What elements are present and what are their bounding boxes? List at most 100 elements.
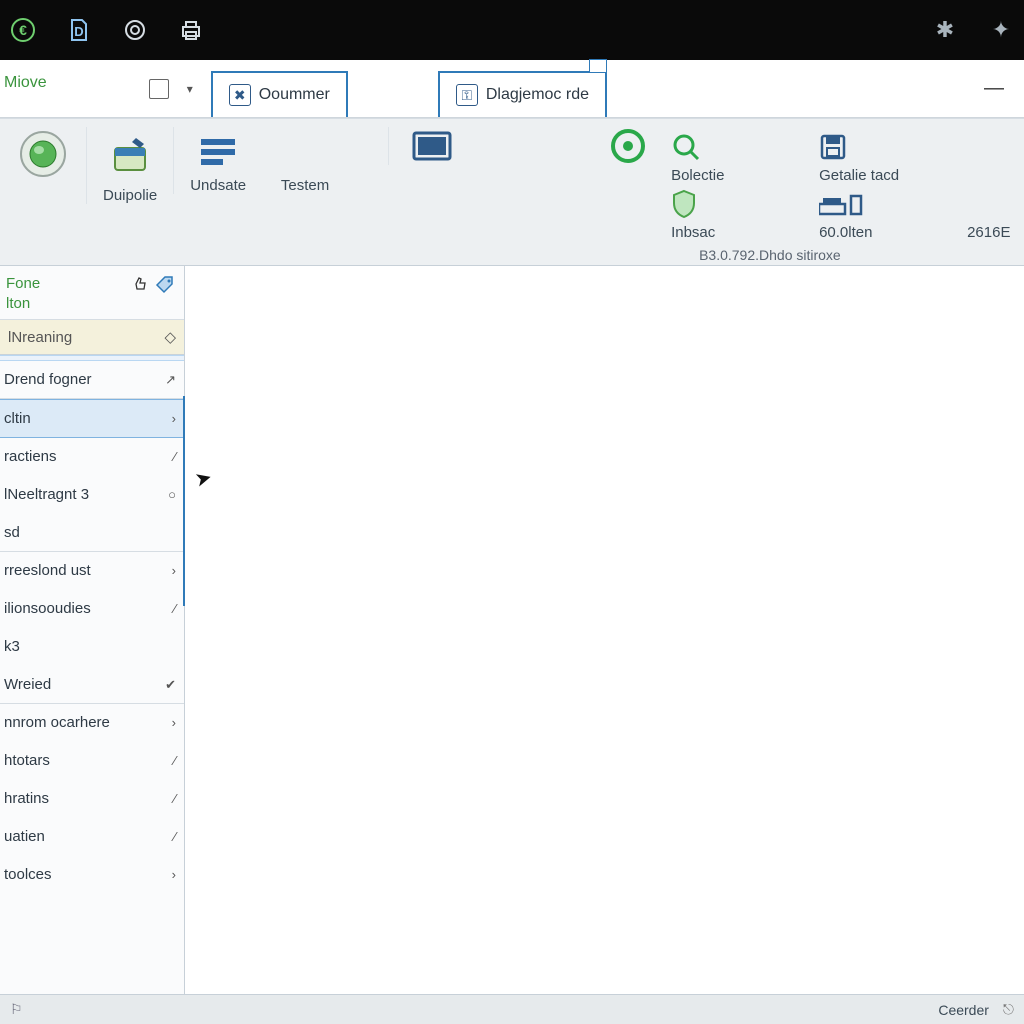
grid-label: 60.0lten [819, 224, 872, 241]
sidebar-item-label: ractiens [4, 448, 57, 465]
minimize-icon[interactable]: — [984, 77, 1004, 100]
toolbar-item-6[interactable] [585, 127, 671, 165]
main-area: Fone lton lNreaning ◇ Drend fogner ↗ cltin… [0, 266, 1024, 994]
sidebar-title-2: lton [6, 295, 30, 312]
dropdown-caret-icon[interactable]: ▾ [187, 82, 193, 96]
sidebar-section[interactable]: lNreaning ◇ [0, 319, 184, 355]
status-label: Ceerder [938, 1002, 989, 1018]
chevron-icon: ○ [168, 487, 176, 502]
sidebar-item[interactable]: sd [0, 514, 184, 552]
title-bar: € D ✱ ✦ [0, 0, 1024, 60]
tab-label: Dlagjemoc rde [486, 86, 589, 104]
sidebar-item[interactable]: cltin › [0, 399, 184, 438]
sidebar-item[interactable]: nnrom ocarhere › [0, 704, 184, 742]
chevron-icon: ∕ [174, 753, 176, 768]
sidebar-list: Drend fogner↗cltin›ractiens∕lNeeltragnt … [0, 361, 184, 894]
sidebar-item[interactable]: lNeeltragnt 3 ○ [0, 476, 184, 514]
toolbar-label: Testem [281, 177, 329, 194]
grid-label: Getalie tacd [819, 167, 899, 184]
sidebar-item[interactable]: Drend fogner ↗ [0, 361, 184, 399]
sidebar-item[interactable]: uatien∕ [0, 818, 184, 856]
sidebar-item[interactable]: htotars∕ [0, 742, 184, 780]
app-icon[interactable]: € [8, 15, 38, 45]
toolbar-label: Undsate [190, 177, 246, 194]
sidebar-item-label: toolces [4, 866, 52, 883]
toolbar-label: Duipolie [103, 187, 157, 204]
tab-1[interactable]: ✖ Ooummer [211, 71, 348, 117]
doc-d-icon[interactable]: D [64, 15, 94, 45]
chevron-icon: ∕ [174, 601, 176, 616]
flag-icon[interactable]: ⚐ [10, 1001, 23, 1018]
tag-icon[interactable] [154, 274, 176, 296]
svg-text:€: € [19, 22, 27, 38]
grid-cell-1[interactable]: Bolectie [671, 131, 811, 184]
sidebar-item-label: Drend fogner [4, 371, 92, 388]
toolbar-item-2[interactable]: Duipolie [86, 127, 173, 204]
toolbar-item-1[interactable] [0, 127, 86, 187]
menu-label[interactable]: Miove [0, 74, 59, 104]
sidebar-header: Fone lton [0, 266, 184, 319]
sidebar-item[interactable]: k3 [0, 628, 184, 666]
tab-2[interactable]: ⚿ Dlagjemoc rde [438, 71, 607, 117]
sidebar-item[interactable]: ilionsooudies ∕ [0, 590, 184, 628]
pin-icon[interactable]: ✦ [986, 15, 1016, 45]
monitor-icon [405, 127, 459, 165]
sidebar-item-label: sd [4, 524, 20, 541]
disc-icon [601, 127, 655, 165]
toolbar-subtext: B3.0.792.Dhdo sitiroxe [671, 245, 1024, 263]
chevron-icon: ∕ [174, 791, 176, 806]
sidebar-item-label: lNeeltragnt 3 [4, 486, 89, 503]
link-icon[interactable]: ⎋ [1003, 1001, 1014, 1018]
toolbar: Duipolie Undsate Testem [0, 118, 1024, 266]
shield-icon [671, 188, 697, 220]
chevron-icon: ✔ [165, 677, 176, 693]
sidebar-item[interactable]: rreeslond ust › [0, 552, 184, 590]
search-icon [671, 131, 701, 163]
page-icon[interactable] [149, 79, 169, 99]
chevron-icon: ◇ [164, 328, 176, 346]
sidebar-item[interactable]: hratins ∕ [0, 780, 184, 818]
toolbar-item-4[interactable]: Testem [262, 127, 348, 194]
toolbar-item-3[interactable]: Undsate [173, 127, 262, 194]
printer-icon[interactable] [176, 15, 206, 45]
sidebar-item[interactable]: Wreied ✔ [0, 666, 184, 704]
tab-strip: Miove ▾ ✖ Ooummer ⚿ Dlagjemoc rde — [0, 60, 1024, 118]
sidebar-item-label: ilionsooudies [4, 600, 91, 617]
svg-text:D: D [74, 24, 83, 39]
toolbar-item-5[interactable] [388, 127, 475, 165]
chevron-icon: ∕ [174, 829, 176, 844]
wrench-icon: ✖ [229, 84, 251, 106]
key-icon: ⚿ [456, 84, 478, 106]
sidebar-item-label: cltin [4, 410, 31, 427]
chevron-icon: › [172, 715, 176, 730]
sidebar-item-label: Wreied [4, 676, 51, 693]
stack-icon [819, 188, 863, 220]
grid-label: Bolectie [671, 167, 724, 184]
sidebar-item-label: rreeslond ust [4, 562, 91, 579]
sidebar: Fone lton lNreaning ◇ Drend fogner ↗ cltin… [0, 266, 185, 994]
chevron-icon: ↗ [165, 372, 176, 388]
status-bar: ⚐ Ceerder ⎋ [0, 994, 1024, 1024]
grid-cell-4[interactable]: Inbsac [671, 188, 811, 241]
hand-icon[interactable] [132, 274, 150, 296]
target-icon[interactable] [120, 15, 150, 45]
chevron-icon: › [172, 411, 176, 426]
rows-icon [191, 133, 245, 171]
grid-cell-2[interactable]: Getalie tacd [819, 131, 959, 184]
chevron-icon: › [172, 563, 176, 578]
grid-cell-6[interactable]: 2616E [967, 188, 1024, 241]
cursor-icon: ➤ [192, 464, 215, 492]
chevron-icon: › [172, 867, 176, 882]
sidebar-item[interactable]: ractiens∕ [0, 438, 184, 476]
sidebar-item-label: nnrom ocarhere [4, 714, 110, 731]
sidebar-item-label: k3 [4, 638, 20, 655]
grid-cell-5[interactable]: 60.0lten [819, 188, 959, 241]
section-label: lNreaning [8, 329, 72, 346]
content-area[interactable]: ➤ [185, 266, 1024, 994]
grid-cell-3 [967, 131, 1024, 184]
ring-off-icon[interactable]: ✱ [930, 15, 960, 45]
grid-label: 2616E [967, 224, 1010, 241]
sidebar-item[interactable]: toolces › [0, 856, 184, 894]
sidebar-item-label: hratins [4, 790, 49, 807]
record-icon [16, 127, 70, 181]
